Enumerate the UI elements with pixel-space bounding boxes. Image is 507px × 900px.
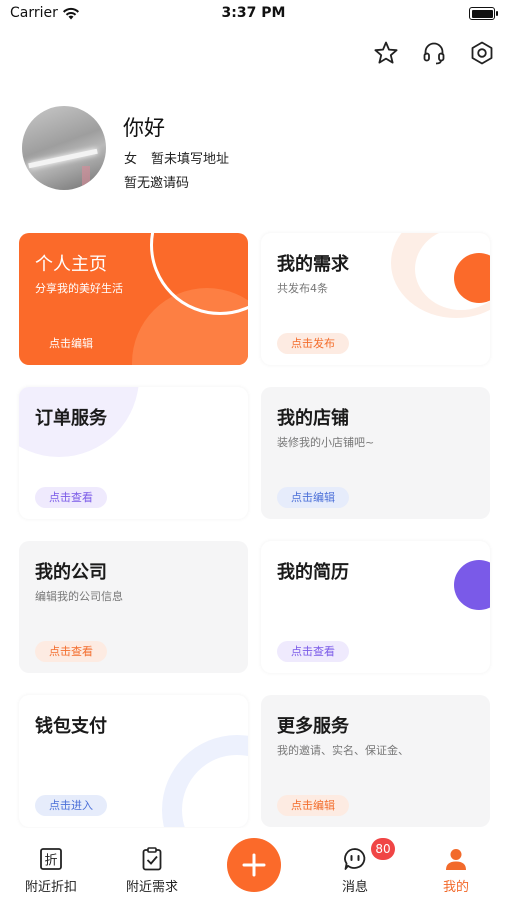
- card-subtitle: 编辑我的公司信息: [35, 590, 123, 603]
- star-icon[interactable]: [371, 38, 401, 68]
- tab-label: 附近折扣: [24, 880, 77, 895]
- message-count-badge: 80: [371, 838, 395, 860]
- clipboard-check-icon: [142, 847, 162, 871]
- card-personal-homepage[interactable]: 个人主页 分享我的美好生活 点击编辑: [19, 233, 248, 365]
- edit-button[interactable]: 点击编辑: [277, 795, 349, 816]
- tab-mine[interactable]: 我的: [416, 846, 496, 895]
- card-title: 订单服务: [35, 408, 107, 429]
- add-button[interactable]: [227, 838, 281, 892]
- hexagon-settings-icon[interactable]: [467, 38, 497, 68]
- tab-label: 附近需求: [125, 880, 178, 895]
- card-my-company[interactable]: 我的公司 编辑我的公司信息 点击查看: [19, 541, 248, 673]
- card-subtitle: 分享我的美好生活: [35, 282, 123, 295]
- gender-label: 女: [124, 152, 138, 167]
- view-button[interactable]: 点击查看: [35, 641, 107, 662]
- invite-code-label: 暂无邀请码: [124, 176, 190, 191]
- discount-icon: 折: [40, 848, 62, 870]
- address-label: 暂未填写地址: [151, 152, 230, 167]
- card-more-services[interactable]: 更多服务 我的邀请、实名、保证金、 点击编辑: [261, 695, 490, 827]
- plus-icon: [242, 853, 266, 877]
- greeting: 你好: [123, 116, 165, 140]
- card-title: 钱包支付: [35, 716, 107, 737]
- edit-button[interactable]: 点击编辑: [49, 333, 93, 354]
- status-bar: Carrier 3:37 PM: [0, 0, 507, 28]
- tab-nearby-demands[interactable]: 附近需求: [112, 846, 192, 895]
- clock: 3:37 PM: [221, 5, 286, 21]
- battery-icon: [469, 7, 498, 20]
- card-subtitle: 共发布4条: [277, 282, 328, 295]
- svg-text:折: 折: [44, 854, 57, 869]
- card-title: 我的需求: [277, 254, 349, 275]
- enter-button[interactable]: 点击进入: [35, 795, 107, 816]
- card-title: 个人主页: [35, 254, 107, 275]
- tab-nearby-discount[interactable]: 折 附近折扣: [11, 846, 91, 895]
- message-icon: [344, 848, 366, 870]
- card-title: 我的店铺: [277, 408, 349, 429]
- headset-icon[interactable]: [419, 38, 449, 68]
- card-subtitle: 装修我的小店铺吧~: [277, 436, 375, 449]
- card-my-resume[interactable]: 我的简历 点击查看: [261, 541, 490, 673]
- card-order-service[interactable]: 订单服务 点击查看: [19, 387, 248, 519]
- tab-label: 消息: [341, 880, 368, 895]
- tab-bar: 折 附近折扣 附近需求 消息 80 我的: [0, 828, 507, 900]
- view-button[interactable]: 点击查看: [277, 641, 349, 662]
- card-subtitle: 我的邀请、实名、保证金、: [277, 744, 409, 757]
- edit-button[interactable]: 点击编辑: [277, 487, 349, 508]
- tab-label: 我的: [442, 880, 469, 895]
- card-title: 我的简历: [277, 562, 349, 583]
- card-my-shop[interactable]: 我的店铺 装修我的小店铺吧~ 点击编辑: [261, 387, 490, 519]
- card-title: 更多服务: [277, 716, 349, 737]
- user-icon: [446, 849, 466, 870]
- card-title: 我的公司: [35, 562, 107, 583]
- card-wallet-payment[interactable]: 钱包支付 点击进入: [19, 695, 248, 827]
- profile-info: 女暂未填写地址: [124, 148, 229, 167]
- view-button[interactable]: 点击查看: [35, 487, 107, 508]
- publish-button[interactable]: 点击发布: [277, 333, 349, 354]
- card-my-demands[interactable]: 我的需求 共发布4条 点击发布: [261, 233, 490, 365]
- avatar[interactable]: [22, 106, 106, 190]
